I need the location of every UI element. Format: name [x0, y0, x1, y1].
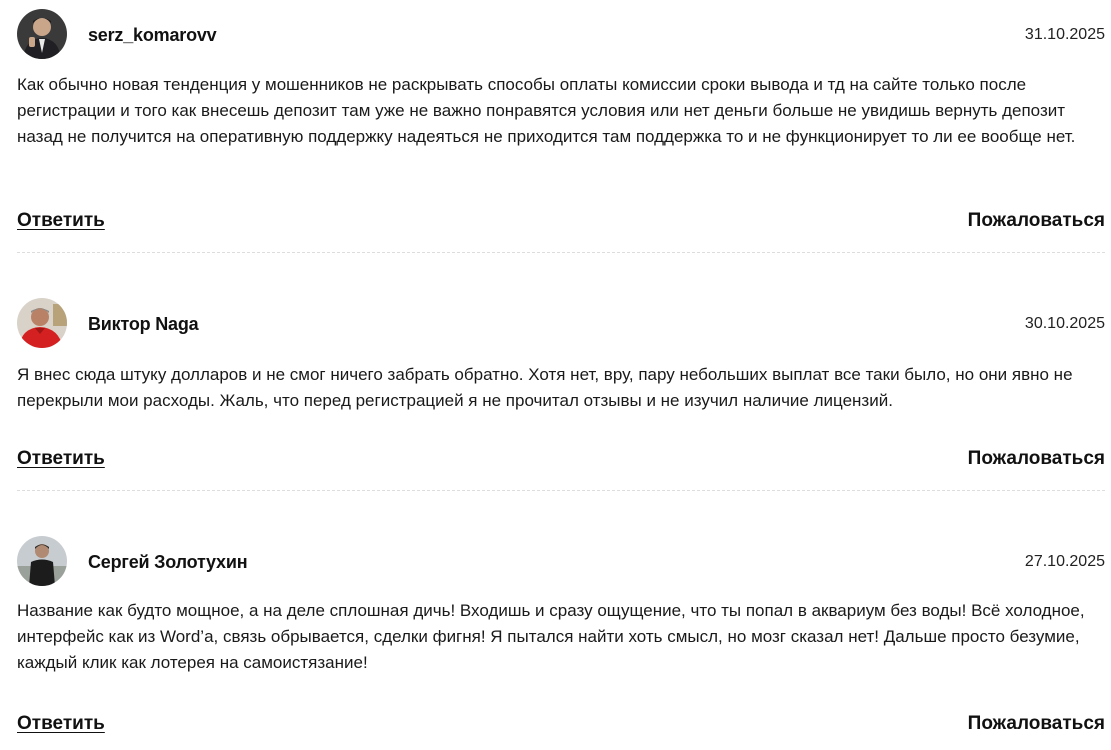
avatar[interactable]: [17, 9, 67, 59]
reply-link[interactable]: Ответить: [17, 447, 105, 471]
comment-actions: Ответить Пожаловаться: [17, 209, 1105, 235]
report-link[interactable]: Пожаловаться: [968, 712, 1105, 736]
comment-actions: Ответить Пожаловаться: [17, 447, 1105, 473]
comment-header: Виктор Naga 30.10.2025: [17, 298, 1105, 348]
comment-item: Виктор Naga 30.10.2025 Я внес сюда штуку…: [17, 298, 1105, 491]
reply-link[interactable]: Ответить: [17, 209, 105, 233]
report-link[interactable]: Пожаловаться: [968, 209, 1105, 233]
comment-text: Я внес сюда штуку долларов и не смог нич…: [17, 365, 1073, 410]
comment-item: serz_komarovv 31.10.2025 Как обычно нова…: [17, 9, 1105, 253]
comment-date: 31.10.2025: [1024, 26, 1105, 43]
comment-header: Сергей Золотухин 27.10.2025: [17, 536, 1105, 586]
reply-link[interactable]: Ответить: [17, 712, 105, 736]
divider: [17, 252, 1105, 253]
comment-author: Сергей Золотухин: [88, 552, 248, 572]
comment-author: Виктор Naga: [88, 314, 199, 334]
comment-author: serz_komarovv: [88, 25, 217, 45]
comment-text: Название как будто мощное, а на деле спл…: [17, 601, 1085, 672]
divider: [17, 490, 1105, 491]
comment-header: serz_komarovv 31.10.2025: [17, 9, 1105, 59]
report-link[interactable]: Пожаловаться: [968, 447, 1105, 471]
comment-date: 30.10.2025: [1024, 315, 1105, 332]
avatar[interactable]: [17, 298, 67, 348]
comment-text: Как обычно новая тенденция у мошенников …: [17, 75, 1076, 146]
comment-actions: Ответить Пожаловаться: [17, 712, 1105, 738]
comment-item: Сергей Золотухин 27.10.2025 Название как…: [17, 536, 1105, 734]
comment-date: 27.10.2025: [1024, 553, 1105, 570]
avatar[interactable]: [17, 536, 67, 586]
